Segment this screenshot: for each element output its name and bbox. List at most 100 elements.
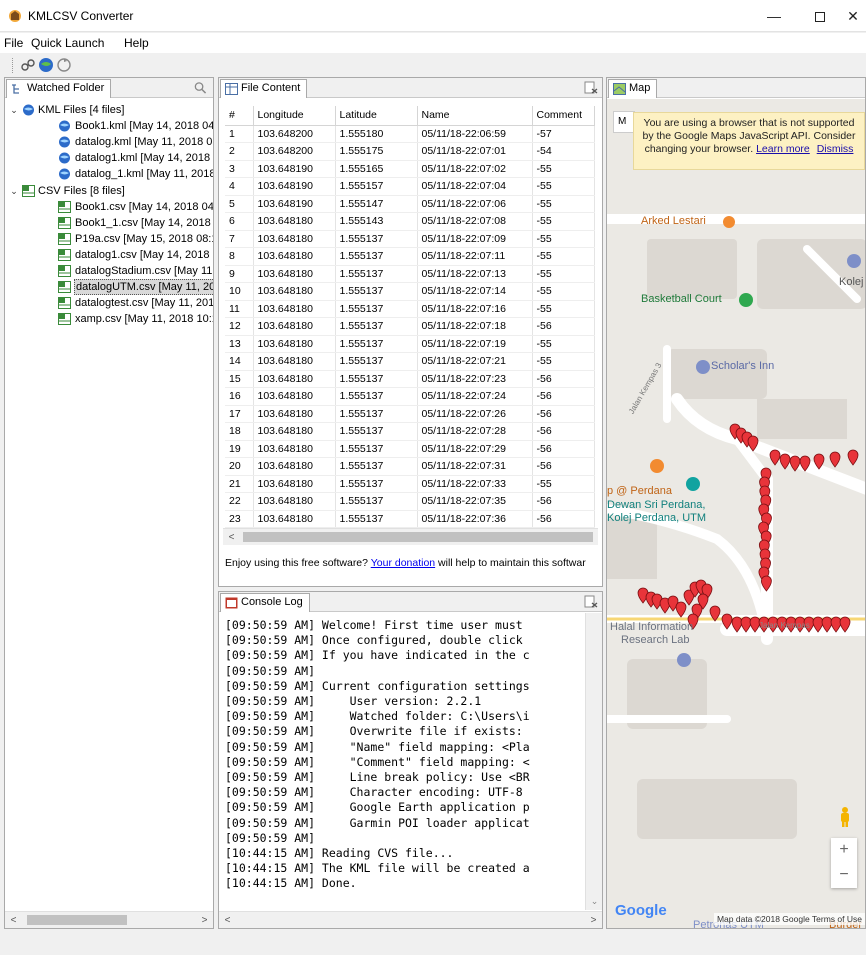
donation-link[interactable]: Your donation	[371, 557, 435, 569]
globe-icon[interactable]	[38, 57, 54, 73]
tree-file-csv[interactable]: Book1.csv [May 14, 2018 04:	[5, 199, 213, 215]
file-tree: ⌄ KML Files [4 files] Book1.kml [May 14,…	[5, 99, 213, 910]
tab-file-content[interactable]: File Content	[220, 79, 308, 98]
chevron-down-icon[interactable]: ⌄	[586, 893, 603, 910]
console-vscroll[interactable]: ⌄	[585, 613, 602, 910]
tree-file-csv-selected[interactable]: datalogUTM.csv [May 11, 20	[5, 279, 213, 295]
scroll-right-icon[interactable]: >	[196, 912, 213, 929]
csv-file-icon	[58, 233, 71, 245]
zoom-in-button[interactable]: +	[831, 838, 857, 863]
maximize-button[interactable]	[798, 4, 842, 28]
tree-file-csv[interactable]: xamp.csv [May 11, 2018 10:1	[5, 311, 213, 327]
table-cell: 1.555180	[335, 125, 418, 143]
column-header[interactable]: Comment	[532, 106, 595, 126]
map-type-button[interactable]: M	[613, 111, 635, 133]
tab-file-content-label: File Content	[241, 82, 301, 94]
tree-file-kml[interactable]: datalog.kml [May 11, 2018 0	[5, 134, 213, 150]
table-row[interactable]: 18 103.648180 1.555137 05/11/18-22:07:28 -56	[225, 422, 595, 441]
table-row[interactable]: 3 103.648190 1.555165 05/11/18-22:07:02 -55	[225, 160, 595, 178]
map-view[interactable]: M You are using a browser that is not su…	[607, 99, 865, 928]
table-row[interactable]: 23 103.648180 1.555137 05/11/18-22:07:36 -56	[225, 510, 595, 528]
table-cell: 05/11/18-22:07:31	[417, 457, 533, 476]
table-row[interactable]: 15 103.648180 1.555137 05/11/18-22:07:23 -56	[225, 370, 595, 388]
tab-watched-folder[interactable]: Watched Folder	[6, 79, 112, 98]
table-row[interactable]: 17 103.648180 1.555137 05/11/18-22:07:26 -56	[225, 405, 595, 423]
menu-help[interactable]: Help	[124, 36, 149, 50]
tree-group-csv[interactable]: ⌄ CSV Files [8 files]	[5, 183, 205, 199]
tree-file-kml[interactable]: Book1.kml [May 14, 2018 04:	[5, 118, 213, 134]
scroll-thumb[interactable]	[27, 915, 127, 925]
scroll-right-icon[interactable]: >	[585, 912, 602, 929]
table-cell: 1.555137	[335, 300, 418, 318]
table-row[interactable]: 1 103.648200 1.555180 05/11/18-22:06:59 -57	[225, 125, 595, 143]
table-cell: -56	[532, 370, 595, 388]
console-hscroll[interactable]: < >	[219, 911, 602, 928]
table-row[interactable]: 14 103.648180 1.555137 05/11/18-22:07:21 -55	[225, 352, 595, 371]
table-cell: -55	[532, 282, 595, 301]
zoom-out-button[interactable]: −	[831, 863, 857, 888]
dismiss-link[interactable]: Dismiss	[817, 143, 854, 155]
tree-file-kml[interactable]: datalog_1.kml [May 11, 2018	[5, 166, 213, 182]
tree-group-kml[interactable]: ⌄ KML Files [4 files]	[5, 102, 205, 118]
table-row[interactable]: 6 103.648180 1.555143 05/11/18-22:07:08 -55	[225, 212, 595, 231]
table-row[interactable]: 9 103.648180 1.555137 05/11/18-22:07:13 -55	[225, 265, 595, 283]
map-attribution[interactable]: Map data ©2018 Google Terms of Use	[713, 913, 865, 925]
scroll-left-icon[interactable]: <	[5, 912, 22, 929]
file-content-header: File Content	[219, 78, 602, 98]
tree-file-csv[interactable]: datalogtest.csv [May 11, 201	[5, 295, 213, 311]
table-row[interactable]: 10 103.648180 1.555137 05/11/18-22:07:14 -55	[225, 282, 595, 301]
table-cell: 103.648180	[253, 475, 336, 493]
column-header[interactable]: Name	[417, 106, 533, 126]
clear-icon[interactable]	[584, 81, 598, 94]
table-cell: 1.555137	[335, 317, 418, 336]
tree-file-csv[interactable]: datalog1.csv [May 14, 2018 (	[5, 247, 213, 263]
console-log-panel: Console Log [09:50:59 AM] Welcome! First…	[218, 591, 603, 929]
search-icon[interactable]	[193, 81, 207, 94]
chevron-down-icon[interactable]: ⌄	[9, 102, 19, 118]
menu-quick-launch[interactable]: Quick Launch	[31, 36, 104, 50]
table-row[interactable]: 7 103.648180 1.555137 05/11/18-22:07:09 -55	[225, 230, 595, 248]
close-button[interactable]: ✕	[840, 4, 866, 28]
console-output[interactable]: [09:50:59 AM] Welcome! First time user m…	[225, 618, 582, 908]
table-cell: 05/11/18-22:07:16	[417, 300, 533, 318]
tree-file-csv[interactable]: P19a.csv [May 15, 2018 08:10	[5, 231, 213, 247]
table-row[interactable]: 11 103.648180 1.555137 05/11/18-22:07:16 -55	[225, 300, 595, 318]
tree-file-kml[interactable]: datalog1.kml [May 14, 2018 (	[5, 150, 213, 166]
table-row[interactable]: 13 103.648180 1.555137 05/11/18-22:07:19 -55	[225, 335, 595, 353]
tab-map[interactable]: Map	[608, 79, 658, 98]
watched-folder-hscroll[interactable]: < >	[5, 911, 213, 928]
column-header[interactable]: #	[225, 106, 254, 126]
table-row[interactable]: 20 103.648180 1.555137 05/11/18-22:07:31 -56	[225, 457, 595, 476]
tab-watched-folder-label: Watched Folder	[27, 82, 105, 94]
learn-more-link[interactable]: Learn more	[756, 143, 810, 155]
window-title: KMLCSV Converter	[28, 9, 134, 23]
menu-file[interactable]: File	[4, 36, 23, 50]
column-header[interactable]: Longitude	[253, 106, 336, 126]
table-row[interactable]: 2 103.648200 1.555175 05/11/18-22:07:01 -54	[225, 142, 595, 161]
clear-icon[interactable]	[584, 595, 598, 608]
table-row[interactable]: 5 103.648190 1.555147 05/11/18-22:07:06 -55	[225, 195, 595, 213]
table-row[interactable]: 8 103.648180 1.555137 05/11/18-22:07:11 -55	[225, 247, 595, 266]
table-row[interactable]: 12 103.648180 1.555137 05/11/18-22:07:18 -56	[225, 317, 595, 336]
table-row[interactable]: 22 103.648180 1.555137 05/11/18-22:07:35 -56	[225, 492, 595, 511]
chevron-down-icon[interactable]: ⌄	[9, 183, 19, 199]
scroll-left-icon[interactable]: <	[223, 529, 240, 546]
kml-file-icon	[59, 168, 70, 180]
scroll-thumb[interactable]	[243, 532, 593, 542]
google-earth-launch-icon[interactable]	[20, 57, 36, 73]
table-row[interactable]: 4 103.648190 1.555157 05/11/18-22:07:04 -55	[225, 177, 595, 196]
table-cell: 6	[225, 212, 254, 231]
tab-console-log[interactable]: Console Log	[220, 593, 310, 612]
tree-file-csv[interactable]: datalogStadium.csv [May 11	[5, 263, 213, 279]
table-hscroll[interactable]: <	[223, 528, 598, 545]
tree-file-csv[interactable]: Book1_1.csv [May 14, 2018 0	[5, 215, 213, 231]
column-header[interactable]: Latitude	[335, 106, 418, 126]
tree-file-label: datalogUTM.csv [May 11, 20	[74, 279, 213, 295]
scroll-left-icon[interactable]: <	[219, 912, 236, 929]
street-view-pegman-icon[interactable]	[837, 806, 853, 828]
refresh-icon[interactable]	[56, 57, 72, 73]
minimize-button[interactable]: —	[752, 4, 796, 28]
table-row[interactable]: 21 103.648180 1.555137 05/11/18-22:07:33 -55	[225, 475, 595, 493]
table-row[interactable]: 19 103.648180 1.555137 05/11/18-22:07:29 -56	[225, 440, 595, 458]
table-row[interactable]: 16 103.648180 1.555137 05/11/18-22:07:24 -56	[225, 387, 595, 406]
